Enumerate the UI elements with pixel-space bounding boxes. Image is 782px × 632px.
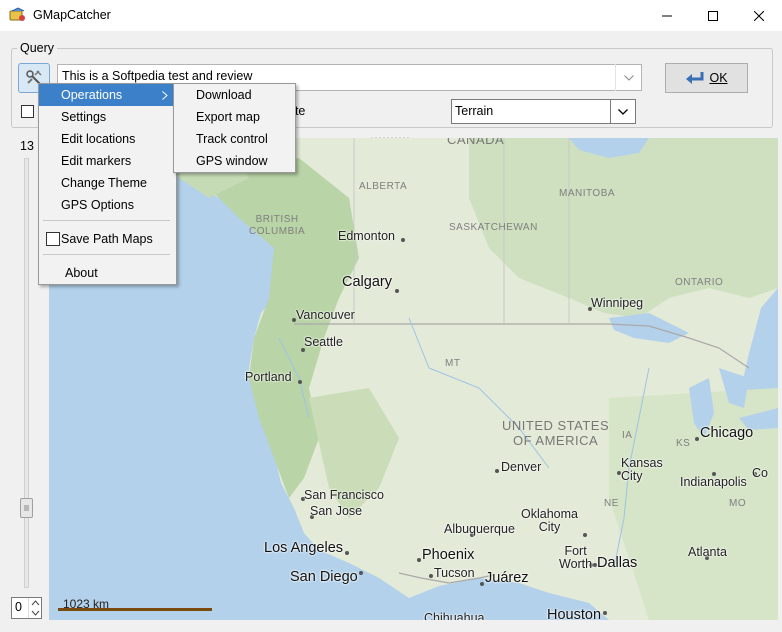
menu-item-export-map[interactable]: Export map (174, 106, 293, 128)
option-checkbox[interactable] (21, 105, 34, 118)
menu-separator (43, 220, 170, 221)
region-label: UNITED STATES OF AMERICA (502, 418, 610, 448)
region-label: ONTARIO (675, 277, 724, 288)
minimize-button[interactable] (644, 0, 690, 31)
city-label: Chicago (700, 425, 754, 441)
region-label: MO (729, 498, 747, 509)
chevron-down-icon (624, 74, 634, 81)
city-label: Co (752, 466, 768, 480)
city-label: San Francisco (304, 488, 384, 502)
menu-item-track-control[interactable]: Track control (174, 128, 293, 150)
chevron-up-icon (31, 600, 40, 606)
city-label: Oklahoma City (521, 507, 578, 534)
city-label: Juárez (485, 570, 529, 586)
city-label: Fort Worth (559, 544, 593, 571)
city-label: Seattle (304, 335, 343, 349)
close-icon (754, 10, 764, 21)
city-label: Dallas (597, 555, 638, 571)
city-label: San Jose (310, 504, 363, 518)
chevron-right-icon (162, 91, 168, 100)
city-label: Houston (547, 607, 602, 620)
scale-bar (58, 608, 212, 611)
zoom-slider-track[interactable] (24, 158, 29, 588)
region-label: MANITOBA (559, 188, 616, 199)
maximize-icon (708, 10, 718, 21)
maximize-button[interactable] (690, 0, 736, 31)
splitter-handle[interactable] (370, 131, 410, 139)
zoom-spinbox-value: 0 (15, 600, 22, 614)
menu-item-gps-options[interactable]: GPS Options (39, 194, 174, 216)
enter-arrow-icon (686, 72, 704, 84)
operations-submenu: Download Export map Track control GPS wi… (173, 83, 296, 173)
map-type-dropdown-button[interactable] (610, 100, 635, 123)
city-label: Winnipeg (591, 296, 644, 310)
city-label: Calgary (342, 274, 392, 290)
query-group-label: Query (17, 41, 58, 55)
city-label: Phoenix (422, 547, 475, 563)
app-icon (9, 7, 26, 23)
chevron-down-icon (31, 610, 40, 616)
city-label: Edmonton (338, 229, 395, 243)
menu-item-settings[interactable]: Settings (39, 106, 174, 128)
city-label: Tucson (434, 566, 475, 580)
zoom-spin-arrows[interactable] (28, 598, 41, 618)
query-input-text[interactable]: This is a Softpedia test and review (62, 69, 252, 83)
tools-menu: Operations Settings Edit locations Edit … (38, 83, 177, 285)
menu-item-change-theme[interactable]: Change Theme (39, 172, 174, 194)
region-label: ALBERTA (359, 181, 408, 192)
menu-item-operations[interactable]: Operations (39, 84, 174, 106)
region-label: BRITISH COLUMBIA (249, 214, 306, 237)
region-label: KS (676, 438, 691, 449)
city-label: Atlanta (688, 545, 727, 559)
minimize-icon (662, 15, 672, 16)
region-label: SASKATCHEWAN (449, 222, 538, 233)
city-label: Albuquerque (444, 522, 515, 536)
map-type-value: Terrain (455, 104, 494, 118)
zoom-max-label: 13 (20, 139, 34, 153)
region-label: CANADA (447, 138, 505, 147)
close-button[interactable] (736, 0, 782, 31)
ok-button[interactable]: OK (665, 63, 748, 93)
city-label: Los Angeles (264, 540, 344, 556)
save-path-maps-checkbox[interactable] (46, 232, 60, 246)
city-label: Kansas City (621, 456, 663, 483)
menu-item-edit-markers[interactable]: Edit markers (39, 150, 174, 172)
region-label: IA (622, 430, 633, 441)
region-label: MT (445, 358, 461, 369)
menu-item-edit-locations[interactable]: Edit locations (39, 128, 174, 150)
menu-separator (43, 254, 170, 255)
city-label: Portland (245, 370, 292, 384)
city-label: Vancouver (296, 308, 355, 322)
city-label: Indianapolis (680, 475, 747, 489)
city-label: Denver (501, 460, 542, 474)
region-label: NE (604, 498, 619, 509)
city-label: San Diego (290, 569, 358, 585)
menu-item-gps-window[interactable]: GPS window (174, 150, 293, 172)
menu-item-download[interactable]: Download (174, 84, 293, 106)
chevron-down-icon (618, 108, 628, 115)
ok-label: OK (709, 71, 728, 85)
menu-item-about[interactable]: About (39, 262, 174, 284)
city-label: Chihuahua (424, 611, 485, 620)
window-title: GMapCatcher (33, 8, 111, 22)
query-dropdown-button[interactable] (615, 64, 642, 91)
zoom-slider-thumb[interactable] (20, 498, 33, 518)
